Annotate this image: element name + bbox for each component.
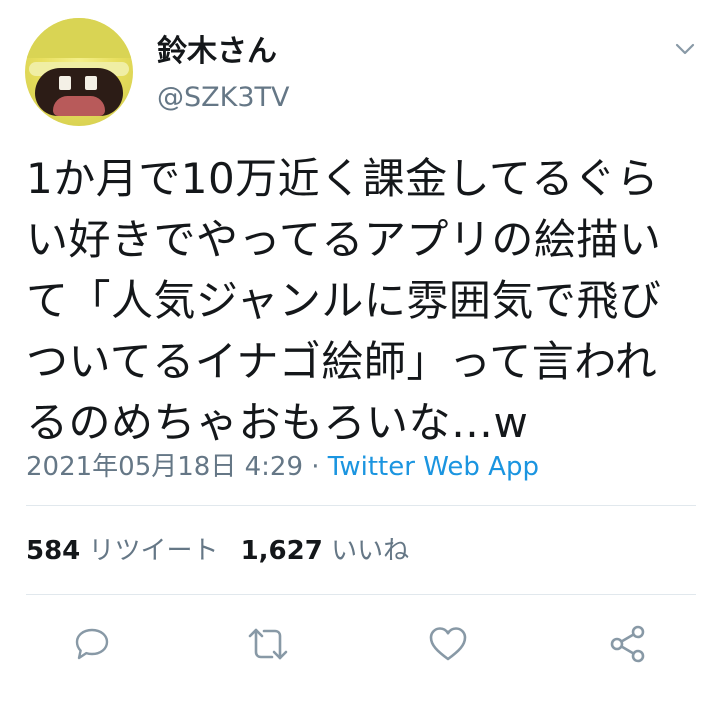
reply-button[interactable] xyxy=(68,620,116,668)
meta-separator: · xyxy=(303,452,328,482)
heart-icon xyxy=(429,627,467,661)
divider xyxy=(26,505,696,506)
user-handle[interactable]: @SZK3TV xyxy=(157,82,289,113)
divider xyxy=(26,594,696,595)
likes-label: いいね xyxy=(331,536,410,566)
retweets-count: 584 xyxy=(26,536,81,566)
tweet-card: 鈴木さん @SZK3TV 1か月で10万近く課金してるぐら い好きでやってるアプ… xyxy=(0,0,720,720)
tweet-timestamp[interactable]: 2021年05月18日 4:29 xyxy=(26,452,303,482)
share-icon xyxy=(610,625,645,663)
like-button[interactable] xyxy=(424,620,472,668)
retweet-icon xyxy=(248,628,288,660)
share-button[interactable] xyxy=(604,620,652,668)
reply-icon xyxy=(75,628,109,660)
display-name[interactable]: 鈴木さん xyxy=(157,26,277,70)
retweets-stat[interactable]: 584 リツイート xyxy=(26,536,219,566)
action-bar xyxy=(0,620,720,670)
tweet-meta: 2021年05月18日 4:29 · Twitter Web App xyxy=(26,446,539,483)
chevron-down-icon[interactable] xyxy=(668,34,702,64)
avatar-tongue xyxy=(53,96,105,116)
avatar-tooth xyxy=(59,76,71,90)
avatar[interactable] xyxy=(25,18,133,126)
avatar-tooth xyxy=(85,76,97,90)
retweet-button[interactable] xyxy=(244,620,292,668)
tweet-text: 1か月で10万近く課金してるぐら い好きでやってるアプリの絵描い て「人気ジャン… xyxy=(26,154,662,447)
likes-count: 1,627 xyxy=(240,536,323,566)
likes-stat[interactable]: 1,627 いいね xyxy=(241,536,410,566)
tweet-source-link[interactable]: Twitter Web App xyxy=(328,452,539,482)
retweets-label: リツイート xyxy=(88,536,219,566)
tweet-stats: 584 リツイート 1,627 いいね xyxy=(26,530,409,567)
avatar-cap xyxy=(25,18,133,58)
